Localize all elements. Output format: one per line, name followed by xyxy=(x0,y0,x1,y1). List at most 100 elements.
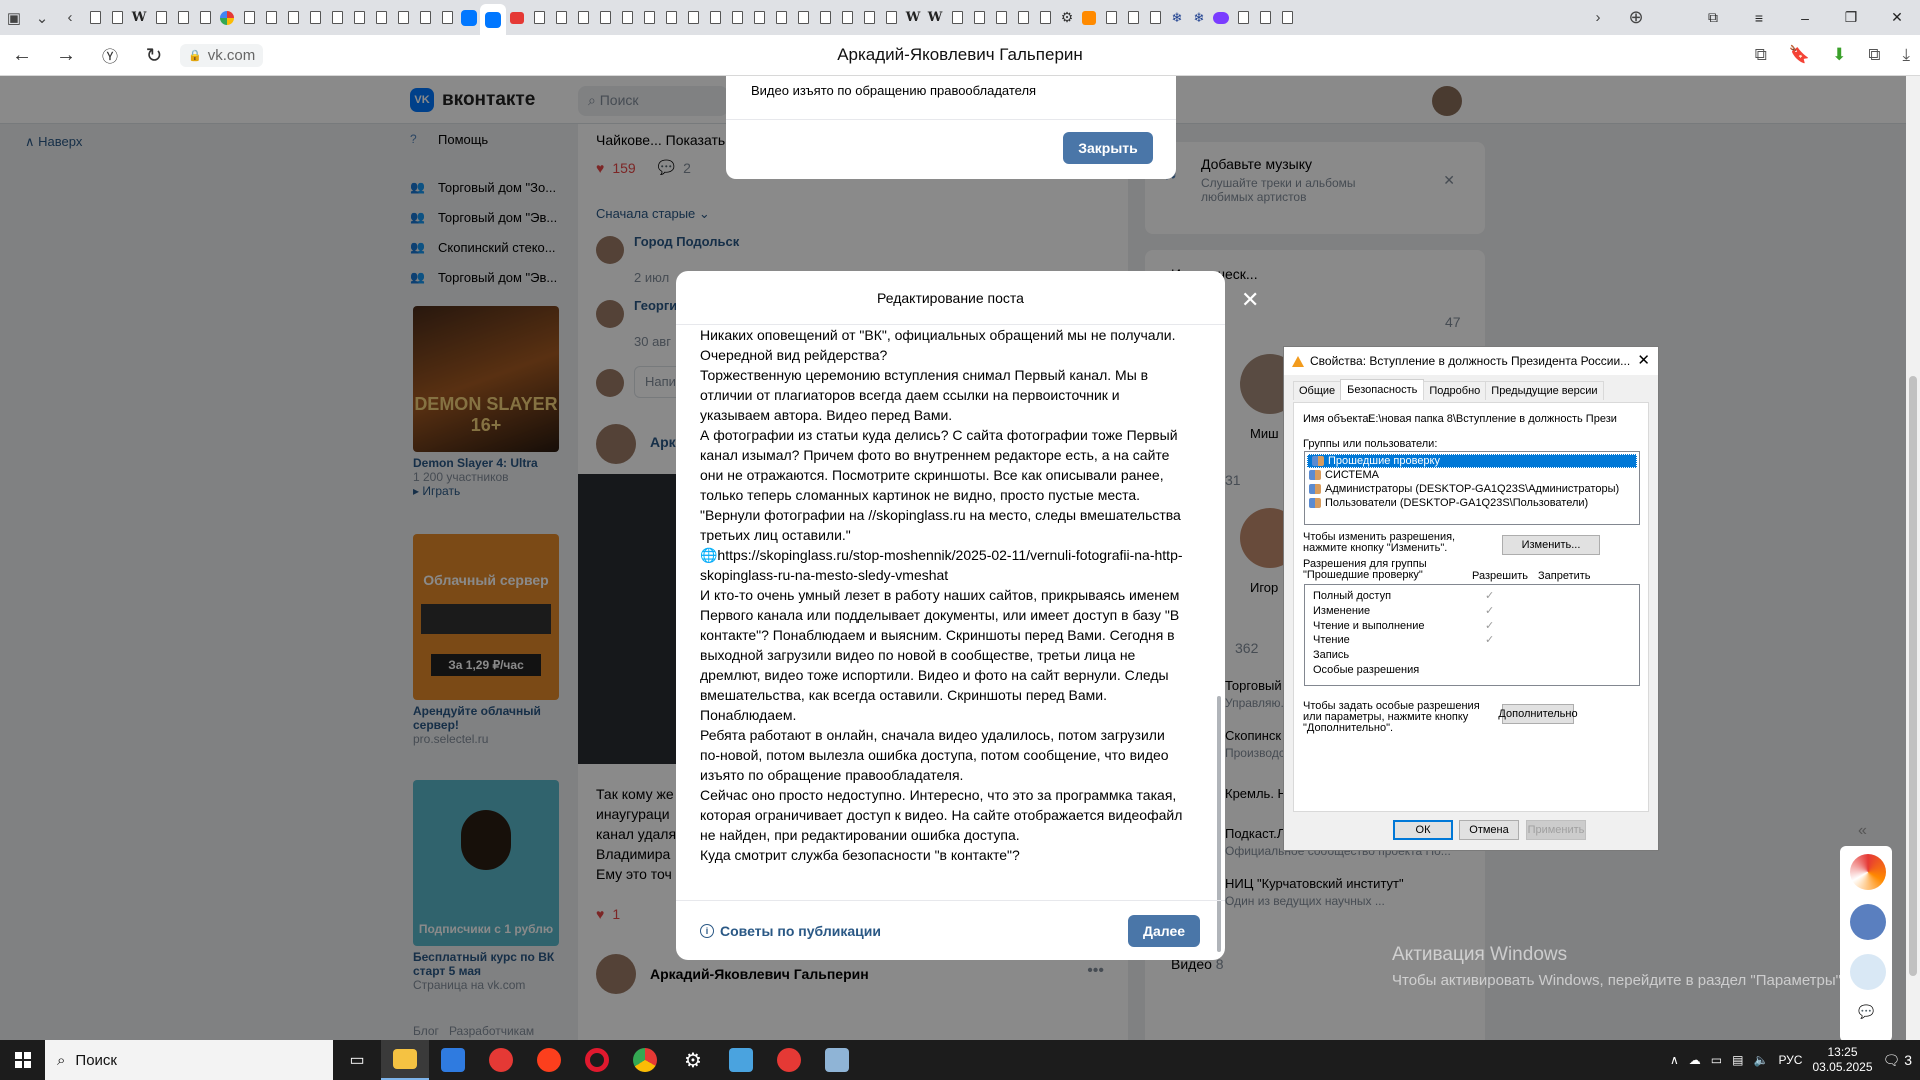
browser-tab[interactable] xyxy=(458,7,480,29)
browser-tab[interactable] xyxy=(1276,7,1298,29)
browser-tab[interactable] xyxy=(1254,7,1276,29)
tabs-scroll-left-icon[interactable]: ‹ xyxy=(56,5,84,31)
settings-icon[interactable]: ⚙ xyxy=(669,1040,717,1080)
tab-details[interactable]: Подробно xyxy=(1423,381,1487,400)
control-panel-icon[interactable] xyxy=(717,1040,765,1080)
browser-tab[interactable] xyxy=(1144,7,1166,29)
ok-button[interactable]: ОК xyxy=(1393,820,1453,840)
browser-tab[interactable] xyxy=(84,7,106,29)
browser-tab[interactable] xyxy=(572,7,594,29)
tabs-dropdown-icon[interactable]: ⌄ xyxy=(28,5,56,31)
alice-icon[interactable] xyxy=(1850,854,1886,890)
browser-tab[interactable] xyxy=(792,7,814,29)
browser-tab[interactable] xyxy=(1210,7,1232,29)
browser-tab[interactable] xyxy=(990,7,1012,29)
groups-listbox[interactable]: Прошедшие проверку СИСТЕМА Администратор… xyxy=(1304,451,1640,525)
file-explorer-icon[interactable] xyxy=(381,1040,429,1080)
browser-tab[interactable] xyxy=(326,7,348,29)
browser-tab[interactable] xyxy=(616,7,638,29)
volume-icon[interactable]: 🔈 xyxy=(1753,1053,1768,1067)
downloads-icon[interactable]: ⤓ xyxy=(1902,45,1910,65)
store-icon[interactable] xyxy=(429,1040,477,1080)
cloud-icon[interactable]: ☁ xyxy=(1689,1053,1701,1067)
group-item[interactable]: Прошедшие проверку xyxy=(1307,454,1637,468)
yandex-icon[interactable]: Ⓨ xyxy=(88,43,132,67)
browser-tab[interactable] xyxy=(836,7,858,29)
tab-security[interactable]: Безопасность xyxy=(1340,379,1425,400)
remote-desktop-icon[interactable] xyxy=(813,1040,861,1080)
browser-tab[interactable] xyxy=(436,7,458,29)
yandex-browser-icon[interactable] xyxy=(477,1040,525,1080)
browser-tab[interactable] xyxy=(682,7,704,29)
opera-icon[interactable] xyxy=(573,1040,621,1080)
publication-tips-link[interactable]: i Советы по публикации xyxy=(700,923,881,939)
browser-tab[interactable] xyxy=(704,7,726,29)
browser-tab-active[interactable] xyxy=(480,4,506,35)
new-tab-button[interactable]: ⊕ xyxy=(1622,5,1650,31)
browser-tab[interactable] xyxy=(282,7,304,29)
browser-tab[interactable] xyxy=(370,7,392,29)
browser-menu-icon[interactable]: ▣ xyxy=(0,5,28,31)
dialog-close-button[interactable]: ✕ xyxy=(1637,351,1650,369)
url-field[interactable]: 🔒 vk.com xyxy=(180,43,264,67)
chat-icon[interactable]: 💬 xyxy=(1858,1004,1874,1020)
collections-icon[interactable]: ⧉ xyxy=(1690,0,1736,35)
browser-tab[interactable]: W xyxy=(924,7,946,29)
next-button[interactable]: Далее xyxy=(1128,915,1200,947)
profile-icon[interactable]: ≡ xyxy=(1736,0,1782,35)
browser-tab[interactable] xyxy=(414,7,436,29)
collapse-icon[interactable]: « xyxy=(1858,822,1867,840)
browser-tab[interactable]: W xyxy=(128,7,150,29)
network-icon[interactable]: ▤ xyxy=(1732,1053,1743,1067)
yandex-browser-icon[interactable] xyxy=(765,1040,813,1080)
browser-tab[interactable] xyxy=(238,7,260,29)
forward-button[interactable]: → xyxy=(44,44,88,67)
browser-tab[interactable]: ❄ xyxy=(1188,7,1210,29)
yandex-icon[interactable] xyxy=(525,1040,573,1080)
contact-avatar-icon[interactable] xyxy=(1850,954,1886,990)
browser-tab[interactable] xyxy=(726,7,748,29)
browser-tab[interactable] xyxy=(748,7,770,29)
taskbar-search[interactable]: ⌕ Поиск xyxy=(45,1040,333,1080)
contact-avatar-icon[interactable] xyxy=(1850,904,1886,940)
close-window-button[interactable]: ✕ xyxy=(1874,0,1920,35)
browser-tab[interactable] xyxy=(638,7,660,29)
browser-tab[interactable] xyxy=(946,7,968,29)
browser-tab[interactable] xyxy=(150,7,172,29)
browser-tab[interactable] xyxy=(550,7,572,29)
browser-tab[interactable] xyxy=(194,7,216,29)
reader-icon[interactable]: ⧉ xyxy=(1755,45,1767,65)
chrome-icon[interactable] xyxy=(621,1040,669,1080)
language-indicator[interactable]: РУС xyxy=(1778,1053,1802,1067)
clock[interactable]: 13:25 03.05.2025 xyxy=(1812,1045,1872,1075)
browser-tab[interactable] xyxy=(814,7,836,29)
battery-icon[interactable]: ▭ xyxy=(1711,1053,1722,1067)
browser-tab[interactable] xyxy=(594,7,616,29)
minimize-button[interactable]: – xyxy=(1782,0,1828,35)
tray-expand-icon[interactable]: ∧ xyxy=(1670,1053,1679,1067)
group-item[interactable]: Пользователи (DESKTOP-GA1Q23S\Пользовате… xyxy=(1305,496,1639,510)
browser-tab[interactable] xyxy=(660,7,682,29)
apply-button[interactable]: Применить xyxy=(1526,820,1586,840)
browser-tab[interactable]: W xyxy=(902,7,924,29)
browser-tab[interactable] xyxy=(172,7,194,29)
browser-tab[interactable] xyxy=(506,7,528,29)
browser-tab[interactable] xyxy=(1122,7,1144,29)
extensions-icon[interactable]: ⧉ xyxy=(1868,45,1880,65)
group-item[interactable]: СИСТЕМА xyxy=(1305,468,1639,482)
browser-tab[interactable] xyxy=(1078,7,1100,29)
browser-tab[interactable]: ❄ xyxy=(1166,7,1188,29)
tab-general[interactable]: Общие xyxy=(1293,381,1342,400)
start-button[interactable] xyxy=(0,1040,45,1080)
post-editor[interactable]: Никаких оповещений от "ВК", официальных … xyxy=(700,325,1184,897)
browser-tab[interactable]: ⚙ xyxy=(1056,7,1078,29)
tab-previous-versions[interactable]: Предыдущие версии xyxy=(1485,381,1604,400)
scrollbar-thumb[interactable] xyxy=(1909,376,1917,976)
download-arrow-icon[interactable]: ⬇ xyxy=(1832,45,1846,65)
browser-tab[interactable] xyxy=(770,7,792,29)
maximize-button[interactable]: ❐ xyxy=(1828,0,1874,35)
page-scrollbar[interactable] xyxy=(1906,76,1920,1040)
tabs-scroll-right-icon[interactable]: › xyxy=(1584,5,1612,31)
browser-tab[interactable] xyxy=(304,7,326,29)
advanced-button[interactable]: Дополнительно xyxy=(1498,704,1578,724)
